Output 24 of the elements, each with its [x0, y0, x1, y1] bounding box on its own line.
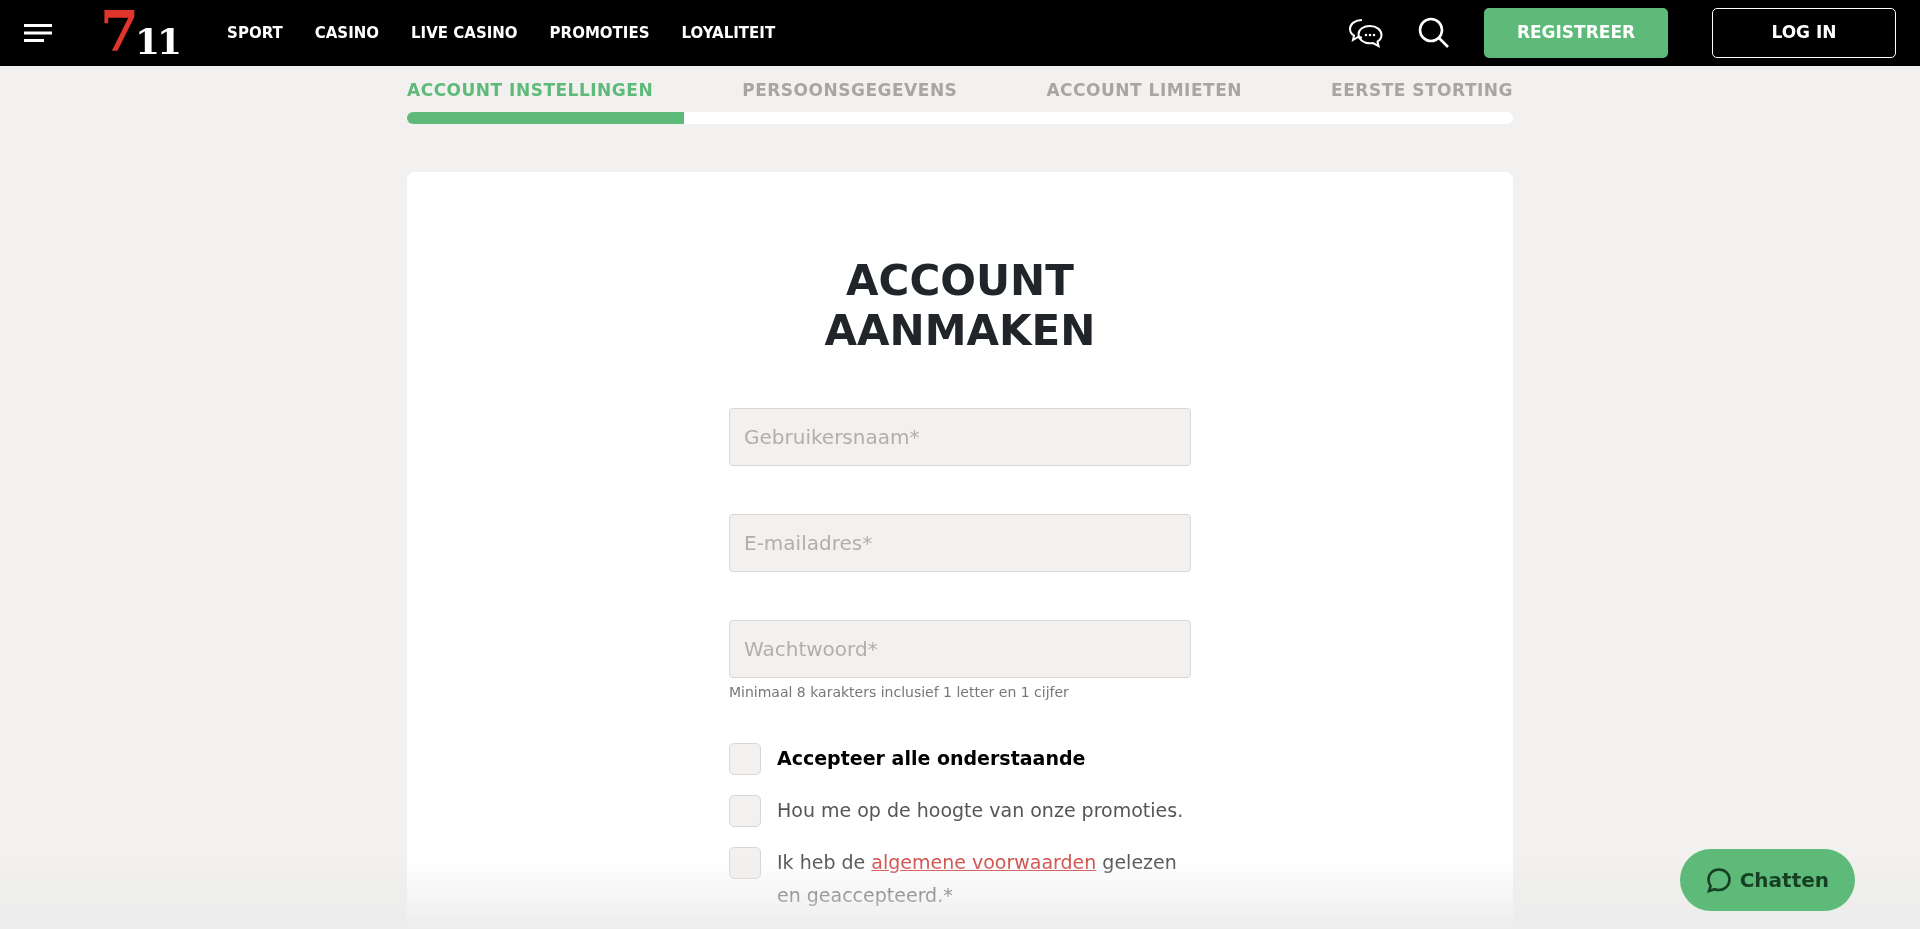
input-field[interactable]: Gebruikersnaam*	[729, 408, 1191, 467]
checkbox-label: Hou me op de hoogte van onze promoties.	[777, 798, 1184, 824]
checkbox[interactable]	[729, 795, 761, 828]
nav-link[interactable]: CASINO	[314, 21, 380, 45]
login-button[interactable]: LOG IN	[1712, 8, 1896, 58]
nav-link[interactable]: LIVE CASINO	[411, 21, 518, 45]
nav-link[interactable]: SPORT	[227, 21, 283, 45]
form-title: ACCOUNT AANMAKEN	[823, 255, 1097, 357]
chat-bubble-icon	[1705, 867, 1732, 893]
input-field[interactable]: Wachtwoord*	[729, 620, 1191, 679]
input-field[interactable]: E-mailadres*	[729, 514, 1191, 573]
search-icon[interactable]	[1418, 17, 1450, 49]
terms-link[interactable]: algemene voorwaarden	[871, 851, 1097, 874]
hint-text: Minimaal 8 karakters inclusief 1 letter en 1 cijfer	[729, 683, 1070, 703]
menu-icon[interactable]	[24, 24, 52, 42]
checkbox-label: Accepteer alle onderstaande	[777, 746, 1086, 772]
checkbox[interactable]	[729, 847, 761, 880]
chat-button[interactable]: Chatten	[1679, 849, 1855, 911]
chat-icon[interactable]	[1348, 17, 1384, 49]
logo[interactable]: 711	[100, 3, 180, 59]
nav-link[interactable]: PROMOTIES	[549, 21, 650, 45]
checkbox-label: Ik heb de algemene voorwaarden gelezen en geaccepteerd.*	[777, 850, 1178, 908]
nav-link[interactable]: LOYALITEIT	[681, 21, 776, 45]
checkbox[interactable]	[729, 743, 761, 776]
